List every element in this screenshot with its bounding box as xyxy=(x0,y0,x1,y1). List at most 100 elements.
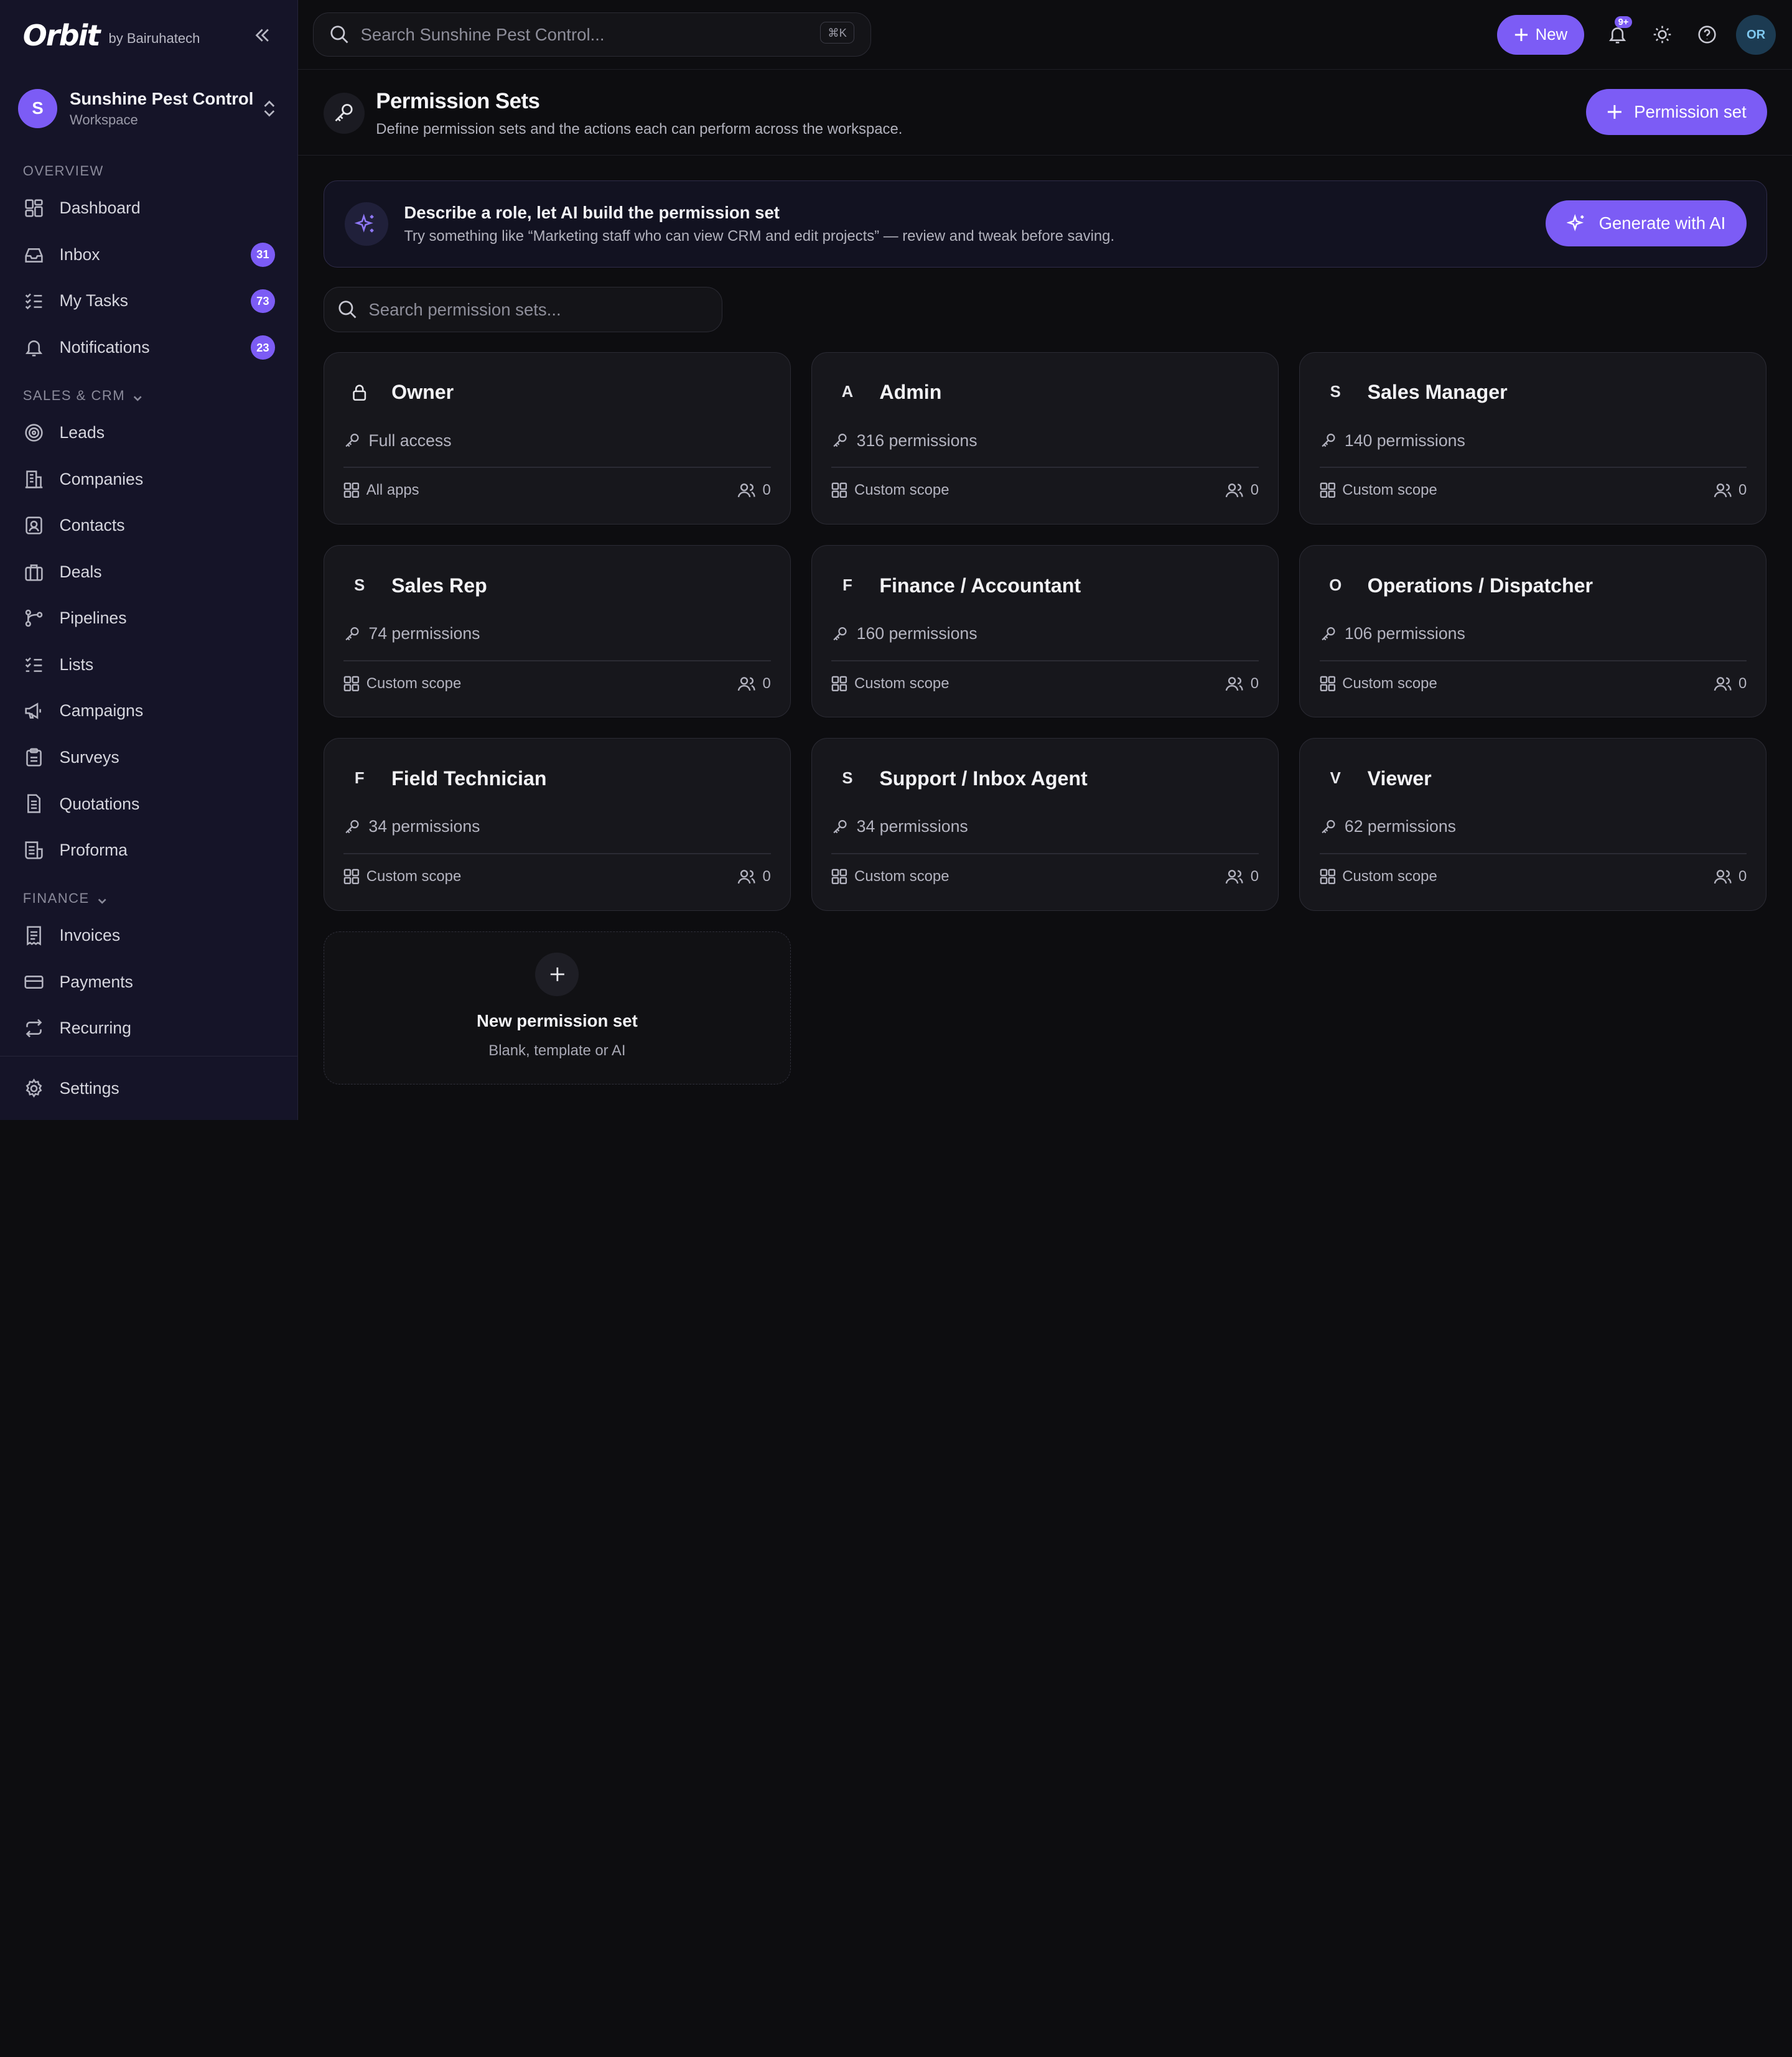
sidebar-item-leads[interactable]: Leads xyxy=(0,409,297,456)
page-subtitle: Define permission sets and the actions e… xyxy=(376,121,903,138)
topbar: Search Sunshine Pest Control... ⌘K New 9… xyxy=(298,0,1792,70)
permission-set-card-owner[interactable]: Owner Full access All apps 0 xyxy=(323,352,791,525)
users-icon xyxy=(737,676,755,691)
search-icon xyxy=(330,26,348,44)
search-icon xyxy=(338,301,357,319)
permission-set-card-sales-rep[interactable]: S Sales Rep 74 permissions Custom scope … xyxy=(323,545,791,718)
users-icon xyxy=(1226,676,1244,691)
workspace-switcher[interactable]: S Sunshine Pest Control Workspace xyxy=(0,71,297,146)
sidebar-item-settings[interactable]: Settings xyxy=(0,1065,297,1112)
main-content: Search Sunshine Pest Control... ⌘K New 9… xyxy=(298,0,1792,1120)
permission-set-card-operations-dispatcher[interactable]: O Operations / Dispatcher 106 permission… xyxy=(1299,545,1767,718)
card-divider xyxy=(1319,660,1747,661)
sidebar-item-my-tasks[interactable]: My Tasks 73 xyxy=(0,278,297,325)
permission-set-card-viewer[interactable]: V Viewer 62 permissions Custom scope 0 xyxy=(1299,738,1767,911)
apps-grid-icon xyxy=(1320,676,1335,691)
repeat-icon xyxy=(23,1017,45,1039)
gear-icon xyxy=(23,1078,45,1099)
permission-set-card-finance-accountant[interactable]: F Finance / Accountant 160 permissions C… xyxy=(811,545,1279,718)
plus-icon xyxy=(1514,28,1528,42)
sidebar-item-deals[interactable]: Deals xyxy=(0,549,297,595)
key-icon xyxy=(345,820,359,834)
orbit-logo[interactable]: Orbit xyxy=(23,19,101,52)
add-permission-set-button[interactable]: Permission set xyxy=(1586,89,1767,135)
sun-icon xyxy=(1653,26,1671,44)
permission-set-card-admin[interactable]: A Admin 316 permissions Custom scope 0 xyxy=(811,352,1279,525)
notifications-button[interactable]: 9+ xyxy=(1595,15,1640,55)
card-permissions: 160 permissions xyxy=(831,624,1259,643)
lock-icon xyxy=(343,376,375,408)
apps-grid-icon xyxy=(343,869,360,885)
card-footer: Custom scope 0 xyxy=(831,675,1259,693)
sidebar-item-label: Surveys xyxy=(59,747,119,767)
card-footer: Custom scope 0 xyxy=(343,675,771,693)
card-divider xyxy=(1319,853,1747,854)
card-footer: Custom scope 0 xyxy=(1320,482,1747,499)
notifications-count-badge: 23 xyxy=(251,335,275,360)
card-scope: Custom scope xyxy=(1342,482,1437,499)
permission-set-card-support-inbox-agent[interactable]: S Support / Inbox Agent 34 permissions C… xyxy=(811,738,1279,911)
global-search-input[interactable]: Search Sunshine Pest Control... ⌘K xyxy=(313,12,871,57)
card-permissions: 34 permissions xyxy=(343,817,771,836)
sidebar-item-inbox[interactable]: Inbox 31 xyxy=(0,231,297,278)
card-permissions: 74 permissions xyxy=(343,624,771,643)
sparkles-icon xyxy=(344,202,388,246)
card-icon xyxy=(23,971,45,993)
card-member-count: 0 xyxy=(1250,482,1259,499)
sidebar-item-dashboard[interactable]: Dashboard xyxy=(0,185,297,232)
key-icon xyxy=(833,820,847,834)
sidebar-item-payments[interactable]: Payments xyxy=(0,959,297,1005)
sidebar-item-proforma[interactable]: Proforma xyxy=(0,827,297,874)
card-initial: V xyxy=(1330,770,1341,788)
sidebar-item-invoices[interactable]: Invoices xyxy=(0,912,297,959)
card-divider xyxy=(831,853,1259,854)
card-title: Support / Inbox Agent xyxy=(879,767,1088,790)
theme-toggle-button[interactable] xyxy=(1640,15,1685,55)
card-scope: Custom scope xyxy=(854,674,950,692)
card-title: Finance / Accountant xyxy=(879,574,1081,597)
key-icon xyxy=(833,627,847,640)
workspace-avatar: S xyxy=(18,89,57,128)
card-scope: Custom scope xyxy=(1342,674,1437,692)
card-member-count: 0 xyxy=(1738,674,1747,692)
generate-with-ai-button[interactable]: Generate with AI xyxy=(1546,200,1747,246)
permission-set-card-field-technician[interactable]: F Field Technician 34 permissions Custom… xyxy=(323,738,791,911)
sidebar-item-recurring[interactable]: Recurring xyxy=(0,1005,297,1052)
section-sales-crm[interactable]: SALES & CRM xyxy=(0,371,297,409)
invoice-icon xyxy=(23,925,45,946)
sidebar-item-label: Proforma xyxy=(59,841,128,860)
card-footer: All apps 0 xyxy=(343,482,771,499)
card-initial: S xyxy=(1330,383,1341,401)
sidebar-item-quotations[interactable]: Quotations xyxy=(0,781,297,828)
sidebar-item-pipelines[interactable]: Pipelines xyxy=(0,595,297,641)
users-icon xyxy=(737,483,755,498)
sidebar-item-companies[interactable]: Companies xyxy=(0,456,297,503)
help-button[interactable] xyxy=(1684,15,1729,55)
new-card-subtitle: Blank, template or AI xyxy=(488,1042,626,1059)
sidebar-item-label: Invoices xyxy=(59,926,121,945)
page-title: Permission Sets xyxy=(376,89,540,114)
sidebar-item-surveys[interactable]: Surveys xyxy=(0,734,297,781)
sidebar-item-notifications[interactable]: Notifications 23 xyxy=(0,324,297,371)
collapse-sidebar-icon[interactable] xyxy=(250,23,274,48)
apps-grid-icon xyxy=(343,676,360,691)
section-finance[interactable]: FINANCE xyxy=(0,874,297,912)
new-permission-set-card[interactable]: New permission set Blank, template or AI xyxy=(323,931,791,1084)
card-permissions-text: 74 permissions xyxy=(368,624,480,643)
sidebar-item-contacts[interactable]: Contacts xyxy=(0,502,297,549)
key-icon xyxy=(1321,627,1335,640)
sidebar-item-label: Recurring xyxy=(59,1019,131,1038)
plus-icon xyxy=(1607,105,1622,119)
new-button[interactable]: New xyxy=(1497,14,1584,55)
sidebar-item-campaigns[interactable]: Campaigns xyxy=(0,688,297,735)
card-permissions-text: 316 permissions xyxy=(856,431,978,450)
top-actions: New 9+ OR xyxy=(1497,14,1776,55)
user-avatar[interactable]: OR xyxy=(1735,14,1776,55)
permission-search-input[interactable]: Search permission sets... xyxy=(323,287,722,333)
permission-set-card-sales-manager[interactable]: S Sales Manager 140 permissions Custom s… xyxy=(1299,352,1767,525)
clipboard-icon xyxy=(23,747,45,768)
card-permissions: 34 permissions xyxy=(831,817,1259,836)
sidebar-item-label: Campaigns xyxy=(59,701,144,721)
chevron-down-icon xyxy=(98,898,106,904)
sidebar-item-lists[interactable]: Lists xyxy=(0,641,297,688)
